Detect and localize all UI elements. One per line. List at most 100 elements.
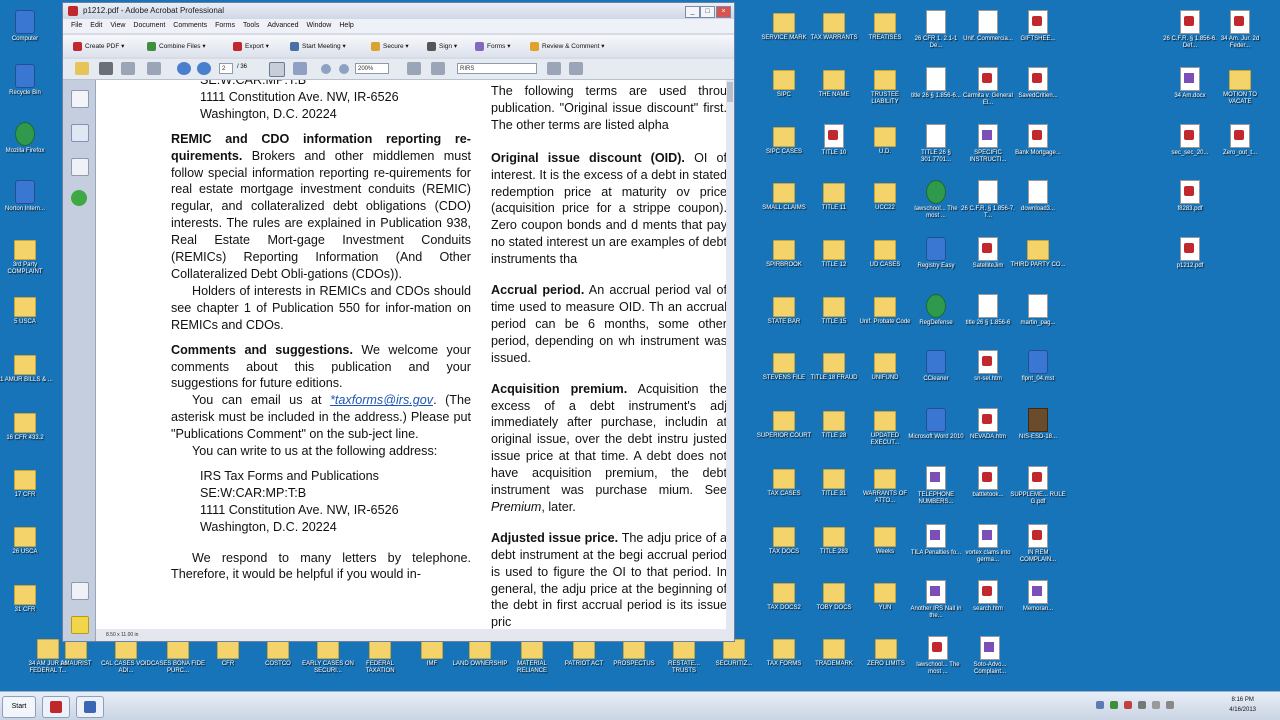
clock[interactable]: 8:16 PM 4/16/2013 — [1229, 695, 1256, 715]
desktop-icon[interactable]: TITLE 26 § 301.7701... — [908, 124, 964, 164]
desktop-icon[interactable]: ZERO LIMITS — [858, 636, 914, 668]
desktop-icon[interactable]: TAX DOCS2 — [756, 580, 812, 612]
desktop-icon[interactable]: UD CASES — [857, 237, 913, 269]
desktop-icon[interactable]: f8283.pdf — [1162, 180, 1218, 213]
desktop-icon[interactable]: SERVICE MARK — [756, 10, 812, 42]
desktop-icon[interactable]: sec_sec_20... — [1162, 124, 1218, 157]
desktop-icon[interactable]: TITLE 283 — [806, 524, 862, 556]
desktop-icon[interactable]: 5 USCA — [0, 294, 53, 326]
desktop-icon[interactable]: lawschool... The most ... — [910, 636, 966, 676]
desktop-icon[interactable]: GIFTSHEE... — [1010, 10, 1066, 43]
desktop-icon[interactable]: UNIFUND — [857, 350, 913, 382]
menu-document[interactable]: Document — [133, 22, 165, 29]
desktop-icon[interactable]: TAX FORMS — [756, 636, 812, 668]
desktop-icon[interactable]: Unif. Commercia... — [960, 10, 1016, 43]
desktop-icon[interactable]: 31 CFR — [0, 582, 53, 614]
start-meeting-button[interactable]: Start Meeting ▾ — [288, 40, 346, 53]
create-pdf-button[interactable]: Create PDF ▾ — [71, 40, 124, 53]
sign-button[interactable]: Sign ▾ — [425, 40, 457, 53]
desktop-icon[interactable]: 3rd Party COMPLAINT — [0, 237, 53, 276]
desktop-icon[interactable]: SavedCritien... — [1010, 67, 1066, 100]
menu-tools[interactable]: Tools — [243, 22, 259, 29]
desktop-icon[interactable]: Computer — [0, 10, 53, 43]
desktop-icon[interactable]: SIPC CASES — [756, 124, 812, 156]
taskbar-app[interactable] — [76, 696, 104, 718]
desktop-icon[interactable]: Unif. Probate Code — [857, 294, 913, 326]
desktop-icon[interactable]: SatelliteJim — [960, 237, 1016, 270]
desktop-icon[interactable]: 17 CFR — [0, 467, 53, 499]
power-icon[interactable] — [1152, 701, 1160, 709]
menu-forms[interactable]: Forms — [215, 22, 235, 29]
desktop-icon[interactable]: TAX WARRANTS — [806, 10, 862, 42]
desktop-icon[interactable]: RegDefense — [908, 294, 964, 327]
desktop-icon[interactable]: martin_pag... — [1010, 294, 1066, 327]
desktop-icon[interactable]: SUPERIOR COURT — [756, 408, 812, 440]
desktop-icon[interactable]: MOTION TO VACATE — [1212, 67, 1268, 106]
zoom-in-icon[interactable] — [339, 64, 349, 74]
open-folder-icon[interactable] — [75, 62, 89, 75]
desktop-icon[interactable]: Soto-Advo... Complaint... — [962, 636, 1018, 676]
page-number-input[interactable]: 2 — [219, 63, 233, 74]
desktop-icon[interactable]: SPIRBROOK — [756, 237, 812, 269]
desktop-icon[interactable]: TILA Penalties fo... — [908, 524, 964, 557]
minimize-button[interactable]: _ — [685, 6, 700, 18]
desktop-icon[interactable]: STATE BAR — [756, 294, 812, 326]
desktop-icon[interactable]: TITLE 10 — [806, 124, 862, 157]
volume-icon[interactable] — [1138, 701, 1146, 709]
review-comment-button[interactable]: Review & Comment ▾ — [528, 40, 605, 53]
desktop-icon[interactable]: p1212.pdf — [1162, 237, 1218, 270]
find-input[interactable]: RIRS — [457, 63, 537, 74]
desktop-icon[interactable]: 16 CFR 433.2 — [0, 410, 53, 442]
menu-comments[interactable]: Comments — [173, 22, 207, 29]
desktop-icon[interactable]: Carmita v. General El... — [960, 67, 1016, 107]
zoom-out-icon[interactable] — [321, 64, 331, 74]
desktop-icon[interactable]: Memoran... — [1010, 580, 1066, 613]
signatures-panel-icon[interactable] — [71, 158, 89, 176]
desktop-icon[interactable]: Another IRS Nail in the... — [908, 580, 964, 620]
zoom-level-select[interactable]: 200% — [355, 63, 389, 74]
desktop-icon[interactable]: search.htm — [960, 580, 1016, 613]
desktop-icon[interactable]: download3... — [1010, 180, 1066, 213]
close-button[interactable]: × — [716, 6, 731, 18]
previous-page-icon[interactable] — [177, 62, 191, 75]
desktop-icon[interactable]: UCC22 — [857, 180, 913, 212]
desktop-icon[interactable]: TITLE 28 — [806, 408, 862, 440]
next-page-icon[interactable] — [197, 62, 211, 75]
export-button[interactable]: Export ▾ — [231, 40, 269, 53]
desktop-icon[interactable]: SIPC — [756, 67, 812, 99]
desktop-icon[interactable]: CCleaner — [908, 350, 964, 383]
desktop-icon[interactable]: WARRANTS OF ATTO... — [857, 466, 913, 505]
desktop-icon[interactable]: lawschool... The most ... — [908, 180, 964, 220]
desktop-icon[interactable]: Norton Intern... — [0, 180, 53, 213]
security-panel-icon[interactable] — [71, 190, 87, 206]
document-viewport[interactable]: SE:W:CAR:MP:T:B 1111 Constitution Ave. N… — [96, 80, 726, 629]
fit-width-icon[interactable] — [431, 62, 445, 75]
find-options-icon[interactable] — [569, 62, 583, 75]
comments-panel-icon[interactable] — [71, 616, 89, 634]
desktop-icon[interactable]: SPECIFIC INSTRUCTI... — [960, 124, 1016, 164]
zoom-tool-icon[interactable] — [293, 62, 307, 75]
desktop-icon[interactable]: THIRD PARTY CO... — [1010, 237, 1066, 269]
combine-files-button[interactable]: Combine Files ▾ — [145, 40, 206, 53]
desktop-icon[interactable]: title 26 § 1.856-6 — [960, 294, 1016, 327]
desktop-icon[interactable]: STEVENS FILE — [756, 350, 812, 382]
vertical-scrollbar[interactable] — [726, 80, 734, 629]
forms-button[interactable]: Forms ▾ — [473, 40, 511, 53]
desktop-icon[interactable]: vortex clams into germa... — [960, 524, 1016, 564]
desktop-icon[interactable]: TITLE 18 FRAUD — [806, 350, 862, 382]
network-icon[interactable] — [1096, 701, 1104, 709]
bookmarks-panel-icon[interactable] — [71, 124, 89, 142]
desktop-icon[interactable]: Zero_out_t... — [1212, 124, 1268, 157]
desktop-icon[interactable]: U.D. — [857, 124, 913, 156]
desktop-icon[interactable]: TITLE 15 — [806, 294, 862, 326]
desktop-icon[interactable]: UPDATED EXECUT... — [857, 408, 913, 447]
desktop-icon[interactable]: Mozilla Firefox — [0, 122, 53, 155]
desktop-icon[interactable]: TITLE 11 — [806, 180, 862, 212]
fit-page-icon[interactable] — [407, 62, 421, 75]
desktop-icon[interactable]: NEVADA.htm — [960, 408, 1016, 441]
desktop-icon[interactable]: Weeks — [857, 524, 913, 556]
desktop-icon[interactable]: SUPPLEME... RULE G.pdf — [1010, 466, 1066, 506]
desktop-icon[interactable]: Recycle Bin — [0, 64, 53, 97]
save-icon[interactable] — [121, 62, 135, 75]
desktop-icon[interactable]: battletook... — [960, 466, 1016, 499]
